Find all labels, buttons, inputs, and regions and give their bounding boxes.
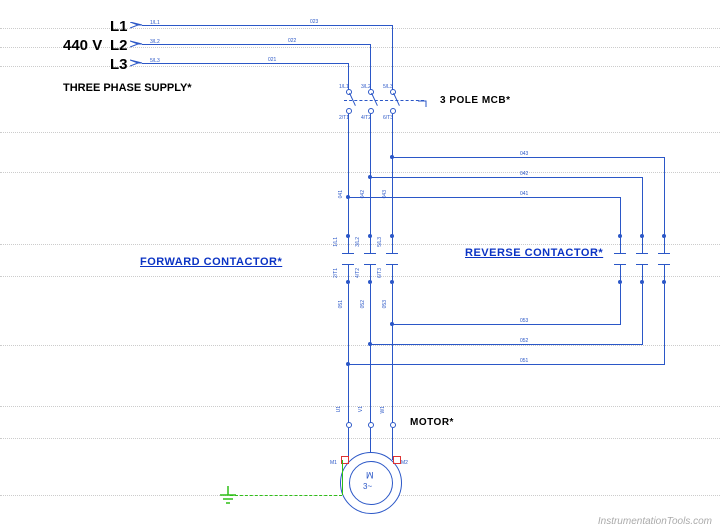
tag: 1/L1 bbox=[339, 84, 349, 90]
tag: 042 bbox=[520, 171, 528, 177]
three-phase-supply-label: THREE PHASE SUPPLY* bbox=[63, 82, 192, 94]
voltage-label: 440 V bbox=[63, 37, 102, 54]
t: M2 bbox=[401, 460, 408, 466]
t: 053 bbox=[520, 318, 528, 324]
supply-arrow-icons bbox=[130, 22, 148, 72]
wire-l1-h bbox=[142, 25, 392, 26]
t: M1 bbox=[330, 460, 337, 466]
forward-contactor-label[interactable]: FORWARD CONTACTOR* bbox=[140, 256, 282, 268]
tag: 5/L3 bbox=[150, 58, 160, 64]
phase-l3-label: L3 bbox=[110, 56, 128, 73]
tag: 023 bbox=[310, 19, 318, 25]
t: 051 bbox=[520, 358, 528, 364]
t: 6/T3 bbox=[377, 268, 383, 278]
tag: 3/L2 bbox=[150, 39, 160, 45]
mcb-label: 3 POLE MCB* bbox=[440, 95, 511, 106]
tag: 1/L1 bbox=[150, 20, 160, 26]
t: V1 bbox=[358, 406, 364, 412]
motor-label: MOTOR* bbox=[410, 417, 454, 428]
reverse-contactor-label[interactable]: REVERSE CONTACTOR* bbox=[465, 247, 603, 259]
t: 3/L2 bbox=[355, 237, 361, 247]
diagram-root: L1 440 V L2 L3 THREE PHASE SUPPLY* 1/L1 … bbox=[0, 0, 720, 531]
tag: 022 bbox=[288, 38, 296, 44]
t: 052 bbox=[360, 300, 366, 308]
tag: 5/L3 bbox=[383, 84, 393, 90]
t: M bbox=[366, 470, 374, 480]
wire-l2-h bbox=[142, 44, 370, 45]
ground-icon bbox=[218, 486, 238, 510]
t: W1 bbox=[380, 406, 386, 414]
t: 053 bbox=[382, 300, 388, 308]
motor-m2-box bbox=[393, 456, 401, 464]
t: 5/L3 bbox=[377, 237, 383, 247]
t: 051 bbox=[338, 300, 344, 308]
t: 2/T1 bbox=[333, 268, 339, 278]
watermark: InstrumentationTools.com bbox=[598, 516, 712, 527]
tag: 041 bbox=[338, 190, 344, 198]
tag: 041 bbox=[520, 191, 528, 197]
t: 1/L1 bbox=[333, 237, 339, 247]
t: 052 bbox=[520, 338, 528, 344]
tag: 021 bbox=[268, 57, 276, 63]
wire-l3-h bbox=[142, 63, 348, 64]
tag: 3/L2 bbox=[361, 84, 371, 90]
t: U1 bbox=[336, 406, 342, 412]
ground-wire bbox=[230, 495, 342, 496]
t: 3~ bbox=[363, 482, 372, 491]
tag: 043 bbox=[520, 151, 528, 157]
phase-l1-label: L1 bbox=[110, 18, 128, 35]
phase-l2-label: L2 bbox=[110, 37, 128, 54]
t: 4/T2 bbox=[355, 268, 361, 278]
